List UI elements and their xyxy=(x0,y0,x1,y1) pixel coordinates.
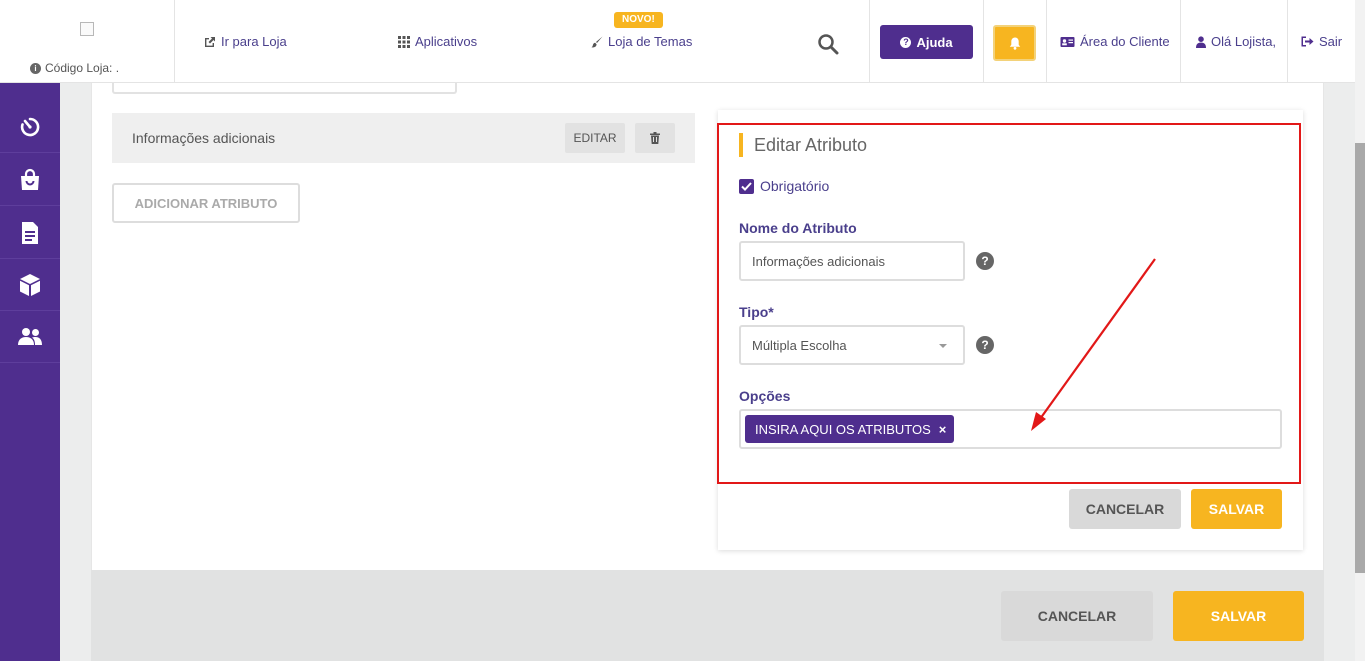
client-area-label: Área do Cliente xyxy=(1080,34,1170,49)
apps-label: Aplicativos xyxy=(415,34,478,49)
header-divider xyxy=(983,0,984,83)
checkmark-icon xyxy=(741,181,752,191)
remove-tag-icon[interactable]: × xyxy=(939,422,947,437)
attribute-name-input[interactable]: Informações adicionais xyxy=(739,241,965,281)
go-to-store-label: Ir para Loja xyxy=(221,34,287,49)
brush-icon xyxy=(591,36,603,47)
panel-save-button[interactable]: SALVAR xyxy=(1191,489,1282,529)
type-help-icon[interactable]: ? xyxy=(976,336,994,354)
grid-icon xyxy=(398,35,410,48)
help-button-label: Ajuda xyxy=(916,34,953,50)
user-icon xyxy=(1196,35,1206,48)
new-badge: NOVO! xyxy=(614,12,663,28)
apps-link[interactable]: Aplicativos xyxy=(398,34,477,49)
header-divider xyxy=(1180,0,1181,83)
trash-icon xyxy=(650,132,660,144)
attribute-row-name: Informações adicionais xyxy=(132,130,276,146)
bag-icon xyxy=(21,168,39,190)
box-icon xyxy=(20,273,40,296)
user-greeting[interactable]: Olá Lojista, xyxy=(1196,34,1276,49)
attribute-name-value: Informações adicionais xyxy=(752,253,885,269)
header-divider xyxy=(1046,0,1047,83)
search-icon[interactable] xyxy=(817,33,839,55)
users-icon xyxy=(18,327,42,345)
footer-save-button[interactable]: SALVAR xyxy=(1173,591,1304,641)
header-divider xyxy=(1287,0,1288,83)
top-header: i Código Loja: . Ir para Loja Aplicativo… xyxy=(0,0,1355,83)
help-button[interactable]: ? Ajuda xyxy=(880,25,973,59)
type-select[interactable]: Múltipla Escolha xyxy=(739,325,965,365)
go-to-store-link[interactable]: Ir para Loja xyxy=(204,34,287,49)
title-accent-bar xyxy=(739,133,743,157)
sidebar-item-documents[interactable] xyxy=(0,207,60,259)
logout-link[interactable]: Sair xyxy=(1301,34,1342,49)
required-label: Obrigatório xyxy=(760,178,830,194)
panel-cancel-button[interactable]: CANCELAR xyxy=(1069,489,1181,529)
sidebar-item-products[interactable] xyxy=(0,259,60,311)
question-icon: ? xyxy=(900,36,912,48)
client-area-link[interactable]: Área do Cliente xyxy=(1060,34,1170,49)
theme-store-link[interactable]: Loja de Temas xyxy=(591,34,692,49)
footer-cancel-button[interactable]: CANCELAR xyxy=(1001,591,1153,641)
header-divider xyxy=(869,0,870,83)
required-checkbox[interactable] xyxy=(739,178,754,194)
document-icon xyxy=(22,221,38,244)
store-code: i Código Loja: . xyxy=(30,61,119,75)
external-link-icon xyxy=(205,36,215,47)
store-code-label: Código Loja: . xyxy=(45,61,120,75)
type-selected-value: Múltipla Escolha xyxy=(752,337,847,353)
theme-store-label: Loja de Temas xyxy=(608,34,693,49)
notifications-button[interactable] xyxy=(993,25,1036,61)
option-tag: INSIRA AQUI OS ATRIBUTOS × xyxy=(745,415,955,443)
panel-title: Editar Atributo xyxy=(754,135,868,155)
sidebar-item-orders[interactable] xyxy=(0,154,60,206)
options-label: Opções xyxy=(739,388,791,404)
info-icon: i xyxy=(30,62,41,74)
attribute-row: Informações adicionais EDITAR xyxy=(112,113,695,163)
sidebar-item-dashboard[interactable] xyxy=(0,101,60,153)
add-attribute-button[interactable]: ADICIONAR ATRIBUTO xyxy=(112,183,300,223)
bell-icon xyxy=(1009,37,1020,50)
name-help-icon[interactable]: ? xyxy=(976,252,994,270)
option-tag-label: INSIRA AQUI OS ATRIBUTOS xyxy=(755,421,931,437)
attribute-name-label: Nome do Atributo xyxy=(739,220,857,236)
dashboard-icon xyxy=(20,117,40,136)
type-label: Tipo* xyxy=(739,304,774,320)
logout-label: Sair xyxy=(1319,34,1343,49)
greeting-label: Olá Lojista, xyxy=(1211,34,1277,49)
scrollbar-thumb[interactable] xyxy=(1355,143,1365,573)
sidebar xyxy=(0,83,60,661)
options-tags-input[interactable]: INSIRA AQUI OS ATRIBUTOS × xyxy=(739,409,1282,449)
sidebar-item-customers[interactable] xyxy=(0,311,60,363)
delete-attribute-button[interactable] xyxy=(635,123,675,153)
logo-area: i Código Loja: . xyxy=(0,0,175,83)
previous-field-box[interactable] xyxy=(112,83,457,94)
required-checkbox-row[interactable]: Obrigatório xyxy=(739,178,829,194)
store-logo-image[interactable] xyxy=(80,22,94,36)
chevron-down-icon xyxy=(939,344,947,348)
id-card-icon xyxy=(1060,36,1075,47)
sign-out-icon xyxy=(1301,36,1314,47)
edit-attribute-button[interactable]: EDITAR xyxy=(565,123,625,153)
